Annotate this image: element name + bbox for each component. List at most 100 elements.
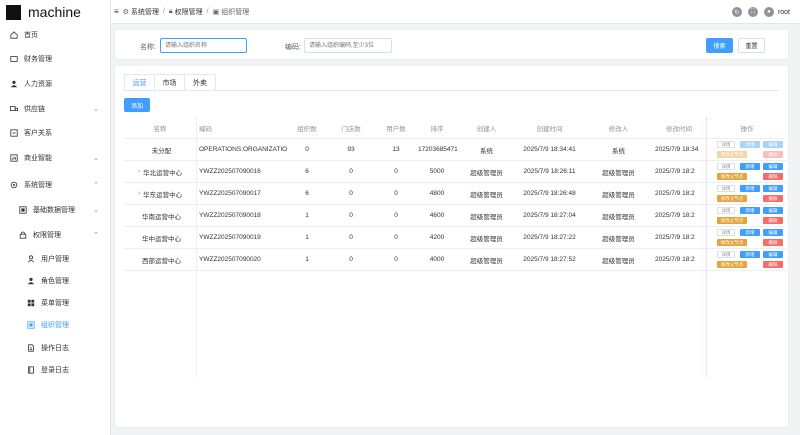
reset-button[interactable]: 重置 bbox=[738, 38, 765, 53]
delete-button[interactable]: 删除 bbox=[763, 195, 783, 202]
detail-button[interactable]: 详情 bbox=[717, 185, 735, 192]
creator: 超级管理员 bbox=[470, 191, 503, 199]
edit-button[interactable]: 编辑 bbox=[763, 207, 783, 214]
modifier: 系统 bbox=[612, 147, 625, 155]
change-parent-button[interactable]: 修改父节点 bbox=[717, 173, 747, 180]
top-header: ≡ ⚙ 系统管理 / 🔒︎ 权限管理 / ▣ 组织管理 ↻ ⛶ ● root bbox=[111, 0, 800, 24]
sidebar-item-roles[interactable]: 角色管理 bbox=[0, 273, 111, 289]
detail-button[interactable]: 详情 bbox=[717, 229, 735, 236]
sidebar-item-users[interactable]: 用户管理 bbox=[0, 251, 111, 267]
fullscreen-icon[interactable]: ⛶ bbox=[747, 7, 758, 17]
breadcrumb-item[interactable]: 系统管理 bbox=[131, 7, 159, 17]
tab-delivery[interactable]: 外卖 bbox=[185, 75, 215, 91]
edit-button[interactable]: 编辑 bbox=[763, 229, 783, 236]
refresh-icon[interactable]: ↻ bbox=[731, 7, 742, 17]
sidebar-item-org[interactable]: 组织管理 bbox=[0, 317, 111, 333]
name-search-input[interactable] bbox=[160, 38, 247, 53]
breadcrumb-separator: / bbox=[162, 8, 165, 15]
search-button[interactable]: 搜索 bbox=[706, 38, 733, 53]
sidebar-item-label: 操作日志 bbox=[41, 345, 69, 352]
delete-button[interactable]: 删除 bbox=[763, 239, 783, 246]
detail-button[interactable]: 详情 bbox=[717, 251, 735, 258]
edit-button[interactable]: 编辑 bbox=[763, 163, 783, 170]
sort-value: 4800 bbox=[429, 190, 445, 197]
tab-market[interactable]: 市场 bbox=[155, 75, 185, 91]
column-header: 创建时间 bbox=[536, 125, 563, 133]
sidebar-item-op-log[interactable]: 操作日志 bbox=[0, 340, 111, 356]
table-row[interactable]: › 华东运营中心 YWZZ202507090017 6 0 0 4800 超级管理… bbox=[124, 183, 787, 205]
edit-button[interactable]: 编辑 bbox=[763, 141, 783, 148]
edit-button[interactable]: 编辑 bbox=[763, 185, 783, 192]
column-header: 修改人 bbox=[608, 125, 629, 133]
change-parent-button[interactable]: 修改父节点 bbox=[717, 217, 747, 224]
sidebar-item-hr[interactable]: 人力资源 bbox=[0, 76, 111, 92]
sidebar-item-menus[interactable]: 菜单管理 bbox=[0, 295, 111, 311]
header-actions: ↻ ⛶ ● root bbox=[726, 0, 790, 24]
detail-button[interactable]: 详情 bbox=[717, 163, 735, 170]
main-panel: 运营 市场 外卖 添加 名称 编码 组织数 门店数 用户数 排序 创建人 创建时… bbox=[114, 65, 789, 428]
sidebar-item-base-data[interactable]: 基础数据管理 ⌄ bbox=[0, 202, 111, 218]
creator: 超级管理员 bbox=[470, 213, 503, 221]
book-icon bbox=[28, 366, 34, 374]
modifier: 超级管理员 bbox=[602, 169, 635, 177]
sidebar-item-system[interactable]: 系统管理 ⌃ bbox=[0, 177, 111, 193]
expand-icon[interactable]: › bbox=[138, 190, 140, 197]
table-row[interactable]: 未分配 OPERATIONS:ORGANIZATION 0 93 13 1720… bbox=[124, 139, 787, 161]
change-parent-button[interactable]: 修改父节点 bbox=[717, 261, 747, 268]
sort-value: 4600 bbox=[429, 212, 445, 219]
add-child-button[interactable]: 新增 bbox=[740, 163, 760, 170]
sidebar-item-bi[interactable]: 商业智能 ⌄ bbox=[0, 150, 111, 166]
delete-button[interactable]: 删除 bbox=[763, 151, 783, 158]
add-child-button[interactable]: 新增 bbox=[740, 185, 760, 192]
sidebar-item-finance[interactable]: 财务管理 bbox=[0, 51, 111, 67]
change-parent-button[interactable]: 修改父节点 bbox=[717, 195, 747, 202]
add-child-button[interactable]: 新增 bbox=[740, 229, 760, 236]
detail-button[interactable]: 详情 bbox=[717, 207, 735, 214]
add-child-button[interactable]: 新增 bbox=[740, 207, 760, 214]
org-name: 华中运营中心 bbox=[142, 235, 181, 243]
column-header: 排序 bbox=[430, 125, 444, 133]
sidebar-item-label: 人力资源 bbox=[24, 81, 52, 88]
add-child-button[interactable]: 新增 bbox=[740, 251, 760, 258]
org-name: 未分配 bbox=[151, 147, 172, 155]
hamburger-icon[interactable]: ≡ bbox=[114, 7, 119, 16]
code-search-input[interactable] bbox=[304, 38, 392, 53]
table-row[interactable]: › 华北运营中心 YWZZ202507090016 6 0 0 5000 超级管理… bbox=[124, 161, 787, 183]
delete-button[interactable]: 删除 bbox=[763, 217, 783, 224]
sidebar-item-permissions[interactable]: 权限管理 ⌃ bbox=[0, 227, 111, 243]
org-icon bbox=[27, 321, 35, 329]
org-code: YWZZ202507090017 bbox=[199, 190, 261, 197]
handshake-icon bbox=[10, 129, 18, 137]
chevron-up-icon: ⌃ bbox=[93, 182, 99, 189]
sidebar-item-label: 首页 bbox=[24, 32, 38, 39]
created-time: 2025/7/9 18:27:04 bbox=[523, 212, 576, 219]
tab-operations[interactable]: 运营 bbox=[125, 75, 155, 91]
expand-icon[interactable]: › bbox=[138, 168, 140, 175]
creator: 系统 bbox=[480, 147, 493, 155]
add-button[interactable]: 添加 bbox=[124, 98, 150, 112]
delete-button[interactable]: 删除 bbox=[763, 173, 783, 180]
role-icon bbox=[27, 277, 35, 285]
edit-button[interactable]: 编辑 bbox=[763, 251, 783, 258]
sidebar-item-crm[interactable]: 客户关系 bbox=[0, 125, 111, 141]
sidebar-item-supply-chain[interactable]: 供应链 ⌄ bbox=[0, 101, 111, 117]
breadcrumb-item[interactable]: 权限管理 bbox=[175, 7, 203, 17]
sidebar-item-login-log[interactable]: 登录日志 bbox=[0, 362, 111, 378]
change-parent-button[interactable]: 修改父节点 bbox=[717, 151, 747, 158]
change-parent-button[interactable]: 修改父节点 bbox=[717, 239, 747, 246]
org-count: 0 bbox=[305, 146, 309, 153]
username[interactable]: root bbox=[778, 9, 790, 16]
table-row[interactable]: 华中运营中心 YWZZ202507090019 1 0 0 4200 超级管理员… bbox=[124, 227, 787, 249]
avatar[interactable]: ● bbox=[763, 7, 774, 17]
table-row[interactable]: 西部运营中心 YWZZ202507090020 1 0 0 4000 超级管理员… bbox=[124, 249, 787, 271]
sidebar-item-label: 用户管理 bbox=[41, 256, 69, 263]
detail-button[interactable]: 详情 bbox=[717, 141, 735, 148]
add-child-button[interactable]: 新增 bbox=[740, 141, 760, 148]
sidebar-item-home[interactable]: 首页 bbox=[0, 27, 111, 43]
delete-button[interactable]: 删除 bbox=[763, 261, 783, 268]
row-actions: 详情 新增 编辑 修改父节点 删除 bbox=[707, 139, 788, 160]
modifier: 超级管理员 bbox=[602, 213, 635, 221]
table-row[interactable]: 华南运营中心 YWZZ202507090018 1 0 0 4600 超级管理员… bbox=[124, 205, 787, 227]
row-actions: 详情 新增 编辑 修改父节点 删除 bbox=[707, 161, 788, 182]
logo: machine bbox=[0, 0, 110, 24]
